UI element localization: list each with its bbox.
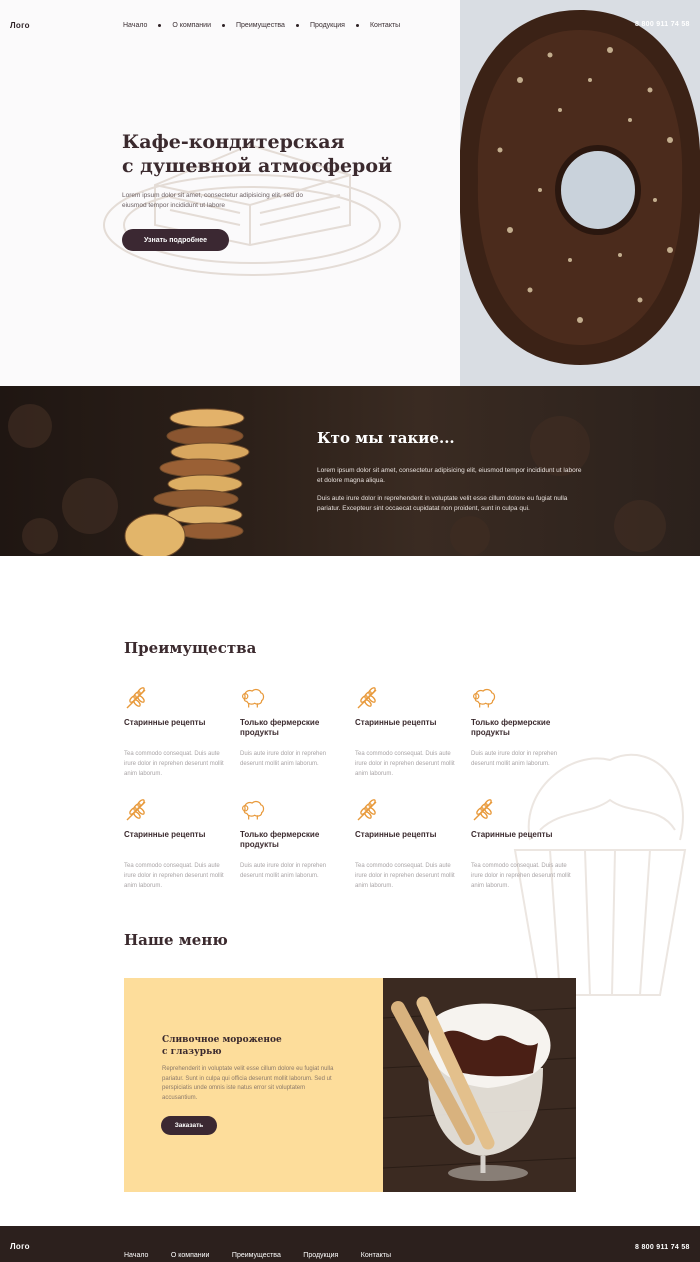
about-title: Кто мы такие...: [317, 429, 455, 447]
advantage-text: Tea commodo consequat. Duis aute irure d…: [471, 863, 571, 889]
advantage-title: Старинные рецепты: [355, 718, 437, 727]
hero-title: Кафе-кондитерская с душевной атмосферой: [122, 130, 422, 178]
footer-link-home[interactable]: Начало: [124, 1252, 148, 1259]
nav-link-advantages[interactable]: Преимущества: [236, 22, 285, 29]
footer-link-contacts[interactable]: Контакты: [361, 1252, 391, 1259]
advantage-title: Только фермерские продукты: [240, 830, 320, 849]
advantage-item: Только фермерские продукты Duis aute iru…: [240, 685, 350, 795]
wheat-icon: [473, 799, 493, 821]
hero-title-line-1: Кафе-кондитерская: [122, 131, 345, 153]
footer-nav: Начало О компании Преимущества Продукция…: [124, 1244, 409, 1262]
nav-link-about[interactable]: О компании: [172, 22, 211, 29]
wheat-icon: [357, 687, 377, 709]
menu-item-title-line-1: Сливочное мороженое: [162, 1035, 282, 1045]
header-phone[interactable]: 8 800 911 74 58: [635, 21, 690, 28]
nav-separator: [355, 24, 359, 27]
ice-cream-photo: [383, 978, 576, 1192]
sheep-icon: [472, 688, 496, 708]
advantage-text: Tea commodo consequat. Duis aute irure d…: [355, 863, 455, 889]
footer-link-about[interactable]: О компании: [171, 1252, 210, 1259]
nav-link-contacts[interactable]: Контакты: [370, 22, 400, 29]
advantage-item: Старинные рецепты Tea commodo consequat.…: [124, 797, 234, 907]
advantage-text: Tea commodo consequat. Duis aute irure d…: [124, 863, 224, 889]
advantages-title: Преимущества: [124, 639, 257, 657]
advantage-item: Только фермерские продукты Duis aute iru…: [471, 685, 581, 795]
wheat-icon: [357, 799, 377, 821]
nav-link-products[interactable]: Продукция: [310, 22, 345, 29]
sheep-icon: [241, 688, 265, 708]
header-nav: Начало О компании Преимущества Продукция…: [123, 22, 400, 29]
nav-separator: [222, 24, 225, 27]
wheat-icon: [126, 799, 146, 821]
menu-title: Наше меню: [124, 931, 228, 949]
advantage-item: Старинные рецепты Tea commodo consequat.…: [355, 797, 465, 907]
menu-item-title: Сливочное мороженое с глазурью: [162, 1034, 342, 1058]
learn-more-button[interactable]: Узнать подробнее: [122, 229, 229, 251]
header-logo[interactable]: Лого: [10, 21, 30, 30]
advantage-text: Duis aute irure dolor in reprehen deseru…: [240, 863, 327, 879]
about-paragraph-2: Duis aute irure dolor in reprehenderit i…: [317, 495, 568, 512]
about-paragraph-1: Lorem ipsum dolor sit amet, consectetur …: [317, 467, 582, 484]
advantage-item: Старинные рецепты Tea commodo consequat.…: [355, 685, 465, 795]
nav-separator: [295, 24, 299, 27]
advantage-title: Только фермерские продукты: [240, 718, 320, 737]
advantage-text: Duis aute irure dolor in reprehen deseru…: [471, 751, 558, 767]
hero-title-line-2: с душевной атмосферой: [122, 155, 393, 177]
footer-logo[interactable]: Лого: [10, 1242, 30, 1251]
advantage-item: Только фермерские продукты Duis aute iru…: [240, 797, 350, 907]
sheep-icon: [241, 800, 265, 820]
footer-link-products[interactable]: Продукция: [303, 1252, 338, 1259]
footer-phone[interactable]: 8 800 911 74 58: [635, 1244, 690, 1251]
advantage-item: Старинные рецепты Tea commodo consequat.…: [471, 797, 581, 907]
footer-link-advantages[interactable]: Преимущества: [232, 1252, 281, 1259]
advantage-title: Старинные рецепты: [471, 830, 553, 839]
donut-cake-photo: [460, 0, 700, 386]
advantage-title: Старинные рецепты: [355, 830, 437, 839]
order-button[interactable]: Заказать: [161, 1116, 217, 1135]
menu-item-title-line-2: с глазурью: [162, 1047, 222, 1057]
hero-description: Lorem ipsum dolor sit amet, consectetur …: [122, 192, 304, 209]
nav-link-home[interactable]: Начало: [123, 22, 147, 29]
wheat-icon: [126, 687, 146, 709]
nav-separator: [158, 24, 162, 27]
advantage-title: Старинные рецепты: [124, 718, 206, 727]
footer: Лого Начало О компании Преимущества Прод…: [0, 1226, 700, 1262]
advantage-item: Старинные рецепты Tea commodo consequat.…: [124, 685, 234, 795]
advantage-title: Только фермерские продукты: [471, 718, 551, 737]
advantage-title: Старинные рецепты: [124, 830, 206, 839]
advantage-text: Duis aute irure dolor in reprehen deseru…: [240, 751, 327, 767]
advantage-text: Tea commodo consequat. Duis aute irure d…: [355, 751, 455, 777]
menu-item-description: Reprehenderit in voluptate velit esse ci…: [162, 1066, 334, 1101]
advantage-text: Tea commodo consequat. Duis aute irure d…: [124, 751, 224, 777]
